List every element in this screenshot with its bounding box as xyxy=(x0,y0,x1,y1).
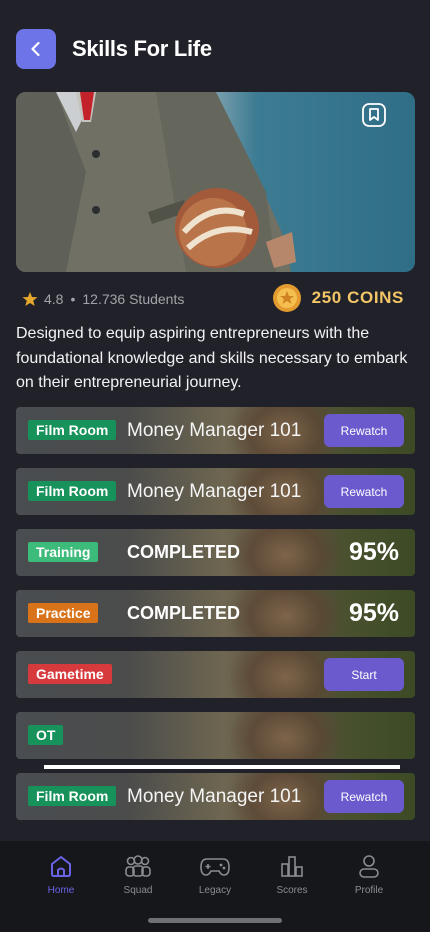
lesson-tag: Film Room xyxy=(28,481,117,501)
lesson-tag: OT xyxy=(28,725,64,745)
nav-item-home[interactable]: Home xyxy=(31,853,91,896)
nav-label: Home xyxy=(47,885,75,896)
bookmark-icon[interactable] xyxy=(361,102,387,128)
lesson-status: COMPLETED xyxy=(127,603,241,623)
coins-amount: 250 COINS xyxy=(311,288,404,307)
row-background-image xyxy=(231,529,341,576)
separator-dot: • xyxy=(70,291,76,307)
student-count: 12.736 Students xyxy=(82,291,185,307)
squad-icon xyxy=(125,855,151,877)
lesson-tag: Training xyxy=(28,542,99,562)
nav-label: Scores xyxy=(276,885,308,896)
coins-badge: 250 COINS xyxy=(272,283,404,313)
lesson-row-film-room[interactable]: Film Room Money Manager 101 Rewatch xyxy=(16,773,415,820)
rewatch-button[interactable]: Rewatch xyxy=(324,475,404,508)
chevron-left-icon xyxy=(31,41,40,57)
course-meta: 4.8 • 12.736 Students xyxy=(22,286,184,312)
header: Skills For Life xyxy=(16,29,212,69)
coin-icon xyxy=(272,284,301,312)
lesson-title: Money Manager 101 xyxy=(127,481,302,502)
rewatch-button[interactable]: Rewatch xyxy=(324,414,404,447)
hero-illustration xyxy=(16,92,296,272)
nav-label: Squad xyxy=(123,885,153,896)
course-description: Designed to equip aspiring entrepreneurs… xyxy=(16,325,408,391)
nav-item-scores[interactable]: Scores xyxy=(262,853,322,896)
row-background-image xyxy=(231,712,341,759)
start-button[interactable]: Start xyxy=(324,658,404,691)
nav-item-legacy[interactable]: Legacy xyxy=(185,853,245,896)
course-hero-image xyxy=(16,92,415,272)
lesson-title: Money Manager 101 xyxy=(127,420,302,441)
lesson-tag: Film Room xyxy=(28,786,117,806)
back-button[interactable] xyxy=(16,29,56,69)
page-title: Skills For Life xyxy=(72,36,212,61)
home-icon xyxy=(51,856,71,877)
lesson-row-film-room[interactable]: Film Room Money Manager 101 Rewatch xyxy=(16,407,415,454)
lesson-tag: Film Room xyxy=(28,420,117,440)
lesson-title: Money Manager 101 xyxy=(127,786,302,807)
lesson-row-ot[interactable]: OT xyxy=(16,712,415,759)
lesson-tag: Practice xyxy=(28,603,99,623)
nav-item-profile[interactable]: Profile xyxy=(339,853,399,896)
rewatch-button[interactable]: Rewatch xyxy=(324,780,404,813)
rating-value: 4.8 xyxy=(44,291,64,307)
divider-line xyxy=(44,765,400,769)
profile-icon xyxy=(359,855,379,878)
nav-label: Legacy xyxy=(198,885,232,896)
gamepad-icon xyxy=(200,858,230,876)
lesson-row-practice[interactable]: Practice COMPLETED 95% xyxy=(16,590,415,637)
lesson-row-training[interactable]: Training COMPLETED 95% xyxy=(16,529,415,576)
nav-item-squad[interactable]: Squad xyxy=(108,853,168,896)
lesson-tag: Gametime xyxy=(28,664,112,684)
lesson-row-film-room[interactable]: Film Room Money Manager 101 Rewatch xyxy=(16,468,415,515)
lesson-status: COMPLETED xyxy=(127,542,241,562)
lesson-row-gametime[interactable]: Gametime Start xyxy=(16,651,415,698)
home-indicator xyxy=(148,918,282,923)
bar-chart-icon xyxy=(281,856,303,877)
lesson-score: 95% xyxy=(348,599,399,627)
lesson-score: 95% xyxy=(348,538,399,566)
row-background-image xyxy=(231,590,341,637)
star-icon xyxy=(22,292,38,306)
nav-label: Profile xyxy=(354,885,384,896)
